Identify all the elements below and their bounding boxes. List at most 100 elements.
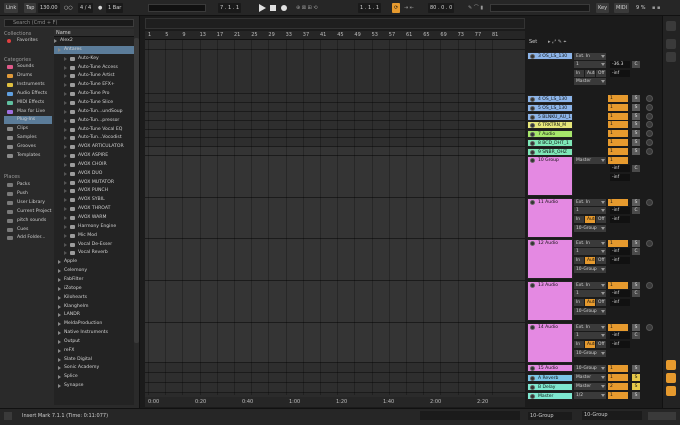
- category-grooves[interactable]: Grooves: [4, 143, 52, 151]
- browser-tree-item[interactable]: FabFilter: [54, 276, 134, 284]
- track-lane[interactable]: [145, 198, 525, 239]
- expand-arrow-icon[interactable]: [64, 233, 67, 238]
- send-field[interactable]: -inf: [610, 70, 630, 77]
- arm-button[interactable]: [646, 148, 653, 155]
- monitor-auto-button[interactable]: Auto: [585, 70, 595, 77]
- expand-arrow-icon[interactable]: [58, 286, 61, 291]
- place-pitch-sounds[interactable]: pitch sounds: [4, 217, 52, 225]
- solo-button[interactable]: S: [632, 365, 640, 372]
- track-header-master[interactable]: Master: [527, 392, 573, 400]
- track-header-7-audio[interactable]: 7 Audio: [527, 130, 573, 138]
- browser-tree-item[interactable]: Auto-Tune Artist: [54, 72, 134, 80]
- status-right-icon[interactable]: [648, 412, 676, 420]
- track-number-button[interactable]: 1: [608, 374, 628, 381]
- expand-arrow-icon[interactable]: [58, 47, 61, 52]
- expand-arrow-icon[interactable]: [64, 109, 67, 114]
- track-fold-icon[interactable]: [530, 158, 535, 163]
- arrangement-overview[interactable]: [148, 4, 206, 12]
- browser-tree-item[interactable]: Splice: [54, 373, 134, 381]
- track-fold-icon[interactable]: [530, 150, 535, 155]
- input-channel-select[interactable]: 1: [574, 248, 606, 255]
- track-header-10-group[interactable]: 10 Group: [527, 156, 573, 196]
- category-samples[interactable]: Samples: [4, 134, 52, 142]
- track-fold-icon[interactable]: [530, 97, 535, 102]
- expand-arrow-icon[interactable]: [64, 145, 67, 150]
- scroll-down-icon[interactable]: [666, 52, 676, 62]
- browser-tree-item[interactable]: AVOX MUTATOR: [54, 179, 134, 187]
- track-header-14-audio[interactable]: 14 Audio: [527, 323, 573, 363]
- track-header-b-delay[interactable]: B Delay: [527, 383, 573, 391]
- volume-field[interactable]: -inf: [610, 248, 630, 255]
- expand-arrow-icon[interactable]: [64, 198, 67, 203]
- expand-arrow-icon[interactable]: [64, 216, 67, 220]
- browser-tree-item[interactable]: Auto-Tun...Vocodist: [54, 134, 134, 142]
- track-header-9-snbr-ohz[interactable]: 9 SNBR_OHZ: [527, 148, 573, 156]
- browser-tree-item[interactable]: Output: [54, 338, 134, 346]
- track-fold-icon[interactable]: [530, 283, 535, 288]
- pan-center[interactable]: C: [632, 165, 640, 172]
- browser-tree-item[interactable]: Apple: [54, 258, 134, 266]
- scroll-up-icon[interactable]: [666, 39, 676, 49]
- status-left-icon[interactable]: [4, 412, 12, 420]
- track-header-11-audio[interactable]: 11 Audio: [527, 198, 573, 238]
- track-header-13-audio[interactable]: 13 Audio: [527, 281, 573, 321]
- browser-tree-item[interactable]: AVOX ARTICULATOR: [54, 143, 134, 151]
- track-fold-icon[interactable]: [530, 376, 535, 381]
- track-lane[interactable]: [145, 50, 525, 94]
- pan-center[interactable]: C: [632, 61, 640, 68]
- track-number-button[interactable]: 1: [608, 282, 628, 289]
- track-number-button[interactable]: 1: [608, 240, 628, 247]
- solo-button[interactable]: S: [632, 104, 640, 111]
- tap-button[interactable]: Tap: [24, 3, 37, 13]
- track-header-5-blnku-au-1[interactable]: 5 BLNKU_AU_1: [527, 113, 573, 121]
- monitor-auto-button[interactable]: Auto: [585, 299, 595, 306]
- arm-button[interactable]: [646, 199, 653, 206]
- browser-tree-item[interactable]: Auto-Tun...undSoup: [54, 108, 134, 116]
- solo-button[interactable]: S: [632, 383, 640, 390]
- solo-button[interactable]: S: [632, 139, 640, 146]
- pan-center[interactable]: C: [632, 290, 640, 297]
- monitor-auto-button[interactable]: Auto: [585, 216, 595, 223]
- track-lane[interactable]: [145, 323, 525, 363]
- output-select[interactable]: Master: [574, 78, 606, 85]
- track-fold-icon[interactable]: [530, 325, 535, 330]
- expand-arrow-icon[interactable]: [64, 207, 67, 212]
- track-fold-icon[interactable]: [530, 106, 535, 111]
- solo-button[interactable]: S: [632, 324, 640, 331]
- overdub-icon[interactable]: ⊕ ⊠ ⊞ ⟲: [296, 3, 318, 13]
- output-select[interactable]: 10-Group: [574, 225, 606, 232]
- track-number-button[interactable]: 1: [608, 121, 628, 128]
- track-number-button[interactable]: 1: [608, 199, 628, 206]
- solo-button[interactable]: S: [632, 130, 640, 137]
- input-type-select[interactable]: Ext. In: [574, 240, 606, 247]
- monitor-in-button[interactable]: In: [574, 70, 584, 77]
- browser-tree-item[interactable]: Auto-Tune Pro: [54, 90, 134, 98]
- track-header-12-audio[interactable]: 12 Audio: [527, 239, 573, 279]
- input-channel-select[interactable]: 1: [574, 290, 606, 297]
- solo-button[interactable]: S: [632, 121, 640, 128]
- expand-arrow-icon[interactable]: [64, 136, 67, 141]
- output-select[interactable]: Master: [574, 374, 606, 381]
- browser-tree-item[interactable]: AVOX SYBIL: [54, 196, 134, 204]
- solo-button[interactable]: S: [632, 113, 640, 120]
- track-number-button[interactable]: 1: [608, 113, 628, 120]
- track-number-button[interactable]: 1: [608, 95, 628, 102]
- arrangement-overview-strip[interactable]: [145, 18, 525, 29]
- arm-button[interactable]: [646, 282, 653, 289]
- browser-tree-item[interactable]: Slate Digital: [54, 356, 134, 364]
- arm-button[interactable]: [646, 113, 653, 120]
- pan-center[interactable]: C: [632, 248, 640, 255]
- browser-tree-item[interactable]: AVOX PUNCH: [54, 187, 134, 195]
- expand-arrow-icon[interactable]: [64, 154, 67, 159]
- name-header[interactable]: Name: [54, 29, 134, 37]
- expand-arrow-icon[interactable]: [64, 127, 67, 132]
- midi-map-button[interactable]: MIDI: [614, 3, 630, 13]
- browser-tree-item[interactable]: Auto-Tune Vocal EQ: [54, 126, 134, 134]
- output-select[interactable]: Master: [574, 157, 606, 164]
- expand-arrow-icon[interactable]: [58, 384, 61, 389]
- track-header-3-os-ls-130[interactable]: 3 OS_LS_130: [527, 52, 573, 60]
- track-number-button[interactable]: 1: [608, 148, 628, 155]
- automation-orange-icon[interactable]: [666, 373, 676, 383]
- expand-arrow-icon[interactable]: [58, 357, 61, 362]
- expand-arrow-icon[interactable]: [64, 242, 67, 247]
